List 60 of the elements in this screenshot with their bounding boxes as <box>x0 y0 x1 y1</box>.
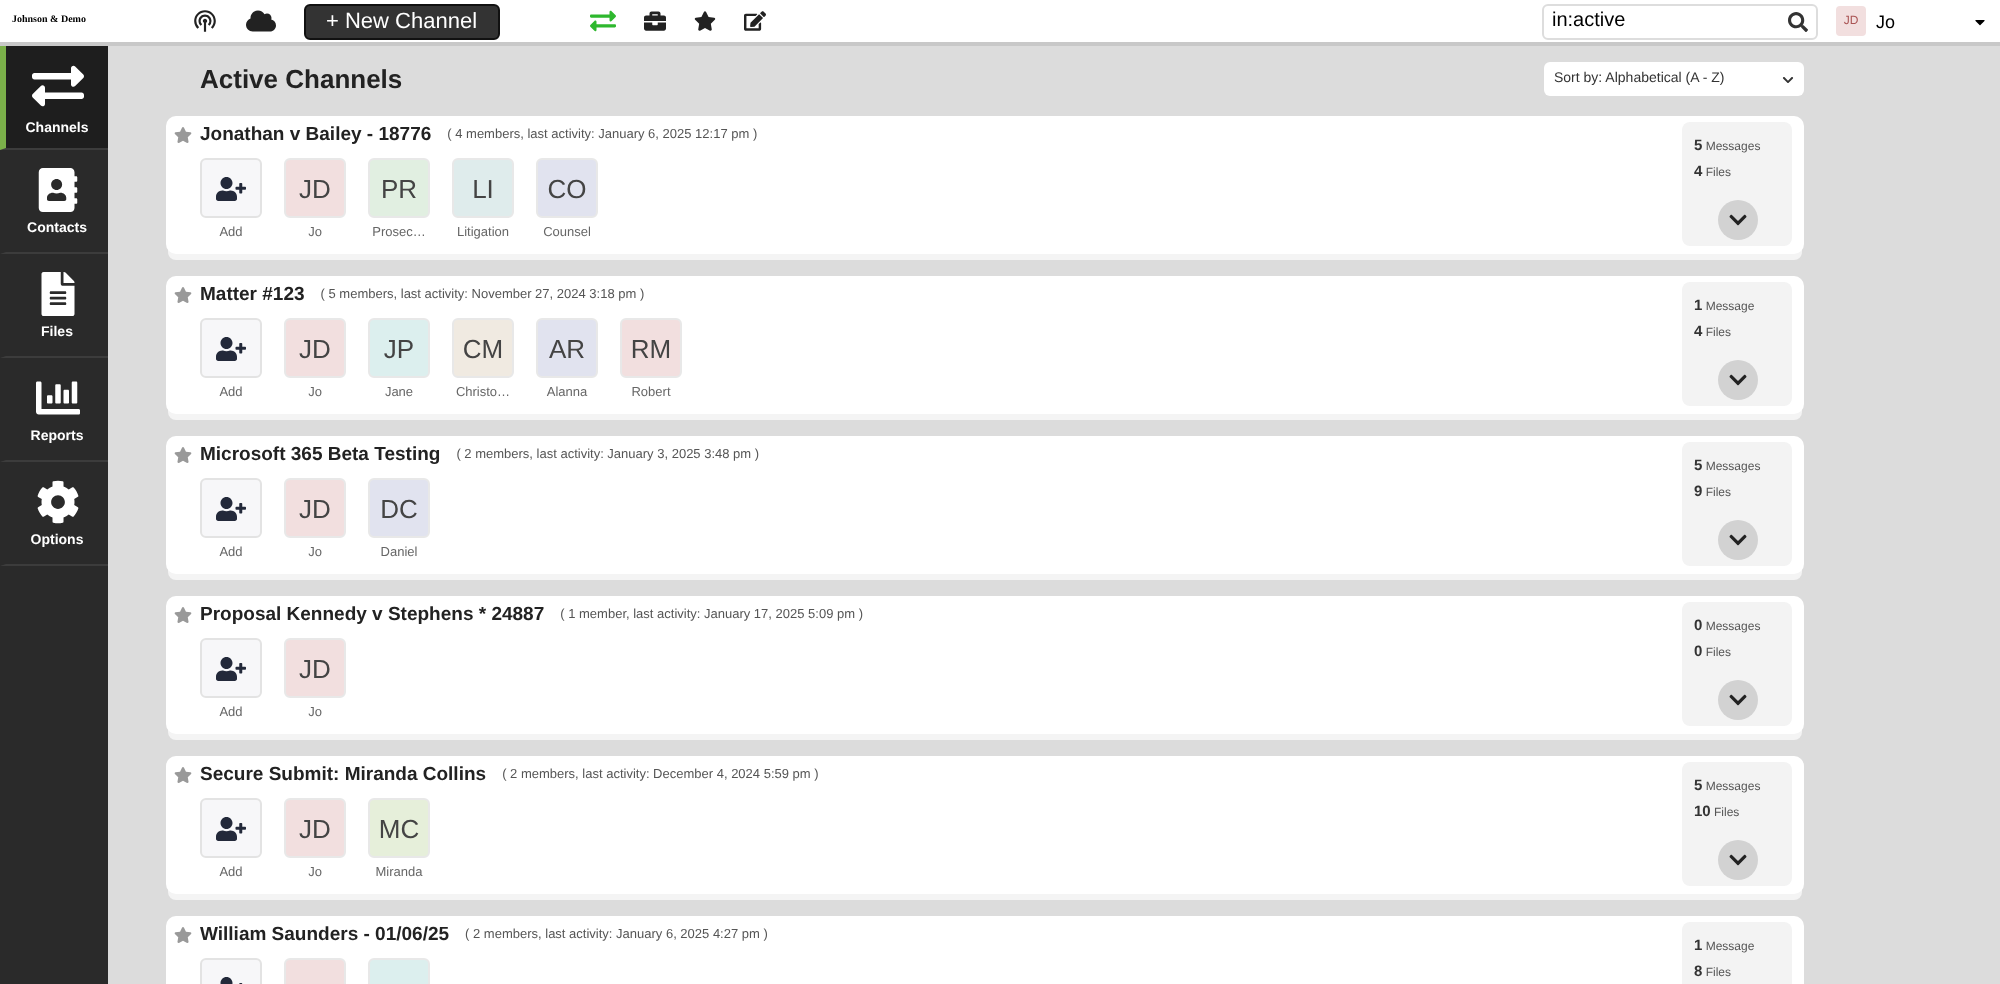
add-user-icon <box>216 173 246 203</box>
channel-name[interactable]: Microsoft 365 Beta Testing <box>200 444 441 466</box>
search-icon[interactable] <box>1788 11 1808 31</box>
new-channel-button[interactable]: + New Channel <box>304 3 500 39</box>
podcast-icon[interactable] <box>192 8 218 34</box>
member-avatar[interactable]: CM <box>452 318 514 378</box>
chevron-icon <box>1727 850 1747 870</box>
page-title: Active Channels <box>200 64 403 94</box>
user-name[interactable]: Jo <box>1876 11 1896 31</box>
expand-button[interactable] <box>1717 360 1757 400</box>
member-avatar[interactable]: AR <box>536 318 598 378</box>
member-avatar[interactable]: JD <box>284 318 346 378</box>
channel-name[interactable]: Secure Submit: Miranda Collins <box>200 764 487 786</box>
add-member-button[interactable] <box>200 158 262 218</box>
star-icon[interactable] <box>693 10 716 32</box>
expand-button[interactable] <box>1717 200 1757 240</box>
member-avatar[interactable]: JD <box>284 798 346 858</box>
star-icon[interactable] <box>174 926 192 944</box>
add-member-button[interactable] <box>200 638 262 698</box>
member-avatar[interactable]: JD <box>284 478 346 538</box>
add-member-button[interactable] <box>200 318 262 378</box>
chevron-icon <box>1727 690 1747 710</box>
expand-button[interactable] <box>1717 520 1757 560</box>
add-user-icon <box>216 653 246 683</box>
search-field[interactable]: in:active <box>1542 3 1818 39</box>
add-user-icon <box>216 813 246 843</box>
member-avatar[interactable]: RM <box>620 318 682 378</box>
add-member-button[interactable] <box>200 798 262 858</box>
expand-button[interactable] <box>1717 680 1757 720</box>
chevron-icon <box>1727 210 1747 230</box>
add-member-button[interactable] <box>200 478 262 538</box>
add-user-icon <box>216 493 246 523</box>
channel-name[interactable]: Jonathan v Bailey - 18776 <box>200 124 432 146</box>
exchange-icon[interactable] <box>589 8 616 34</box>
settings-icon <box>35 479 79 523</box>
star-icon[interactable] <box>174 766 192 784</box>
member-avatar[interactable]: PR <box>368 158 430 218</box>
member-avatar[interactable]: CO <box>536 158 598 218</box>
star-icon[interactable] <box>174 606 192 624</box>
star-icon[interactable] <box>174 286 192 304</box>
star-icon[interactable] <box>174 446 192 464</box>
chevron-icon <box>1727 530 1747 550</box>
contacts-icon <box>35 167 79 211</box>
member-avatar[interactable]: JP <box>368 318 430 378</box>
member-avatar[interactable]: MC <box>368 798 430 858</box>
star-icon[interactable] <box>174 126 192 144</box>
briefcase-icon[interactable] <box>643 10 666 32</box>
member-avatar[interactable]: JD <box>284 158 346 218</box>
member-avatar[interactable]: LI <box>452 158 514 218</box>
member-avatar[interactable]: JD <box>284 638 346 698</box>
channel-name[interactable]: William Saunders - 01/06/25 <box>200 924 450 946</box>
chevron-icon <box>1727 370 1747 390</box>
expand-button[interactable] <box>1717 840 1757 880</box>
member-avatar[interactable]: DC <box>368 478 430 538</box>
channel-name[interactable]: Proposal Kennedy v Stephens * 24887 <box>200 604 545 626</box>
channel-name[interactable]: Matter #123 <box>200 284 305 306</box>
cloud-icon[interactable] <box>246 6 276 36</box>
chevron-icon <box>1782 73 1794 85</box>
add-user-icon <box>216 333 246 363</box>
edit-icon[interactable] <box>743 10 766 32</box>
